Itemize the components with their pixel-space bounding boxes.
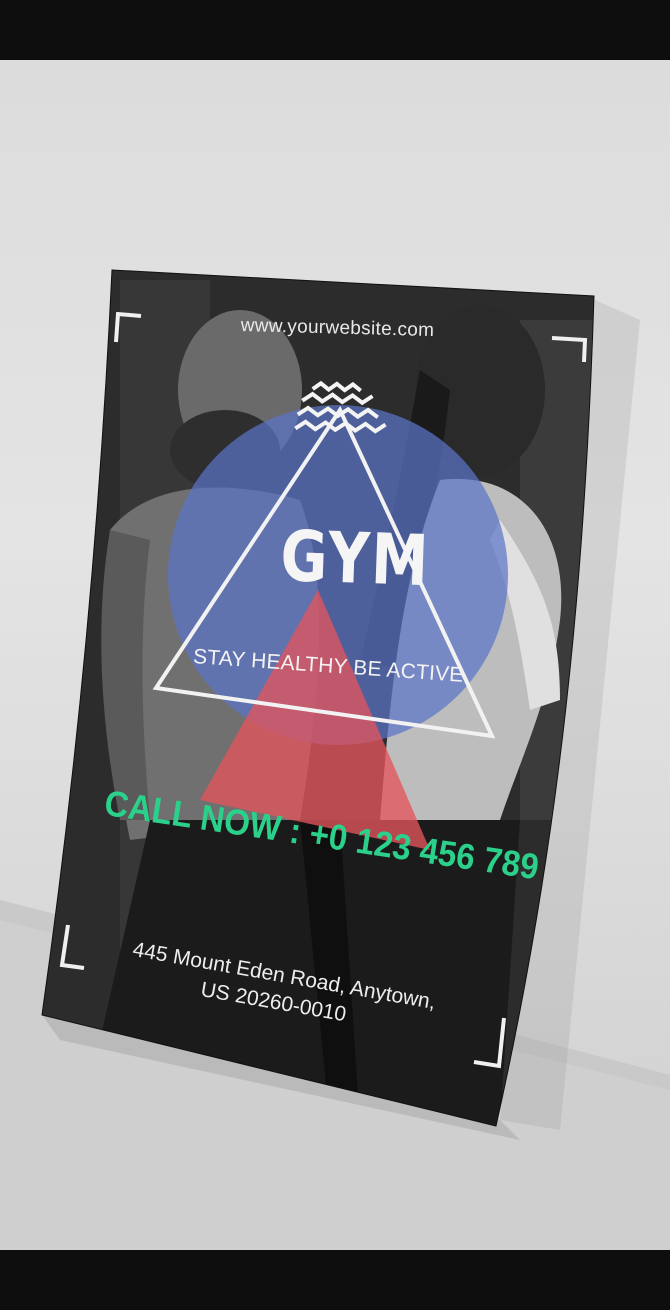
bottom-letterbox-bar: [0, 1250, 670, 1310]
mockup-scene: www.yourwebsite.com GYM STAY HEALTHY BE …: [0, 60, 670, 1250]
top-letterbox-bar: [0, 0, 670, 60]
gym-title: GYM: [279, 515, 432, 603]
gym-flyer: www.yourwebsite.com GYM STAY HEALTHY BE …: [0, 60, 670, 1250]
